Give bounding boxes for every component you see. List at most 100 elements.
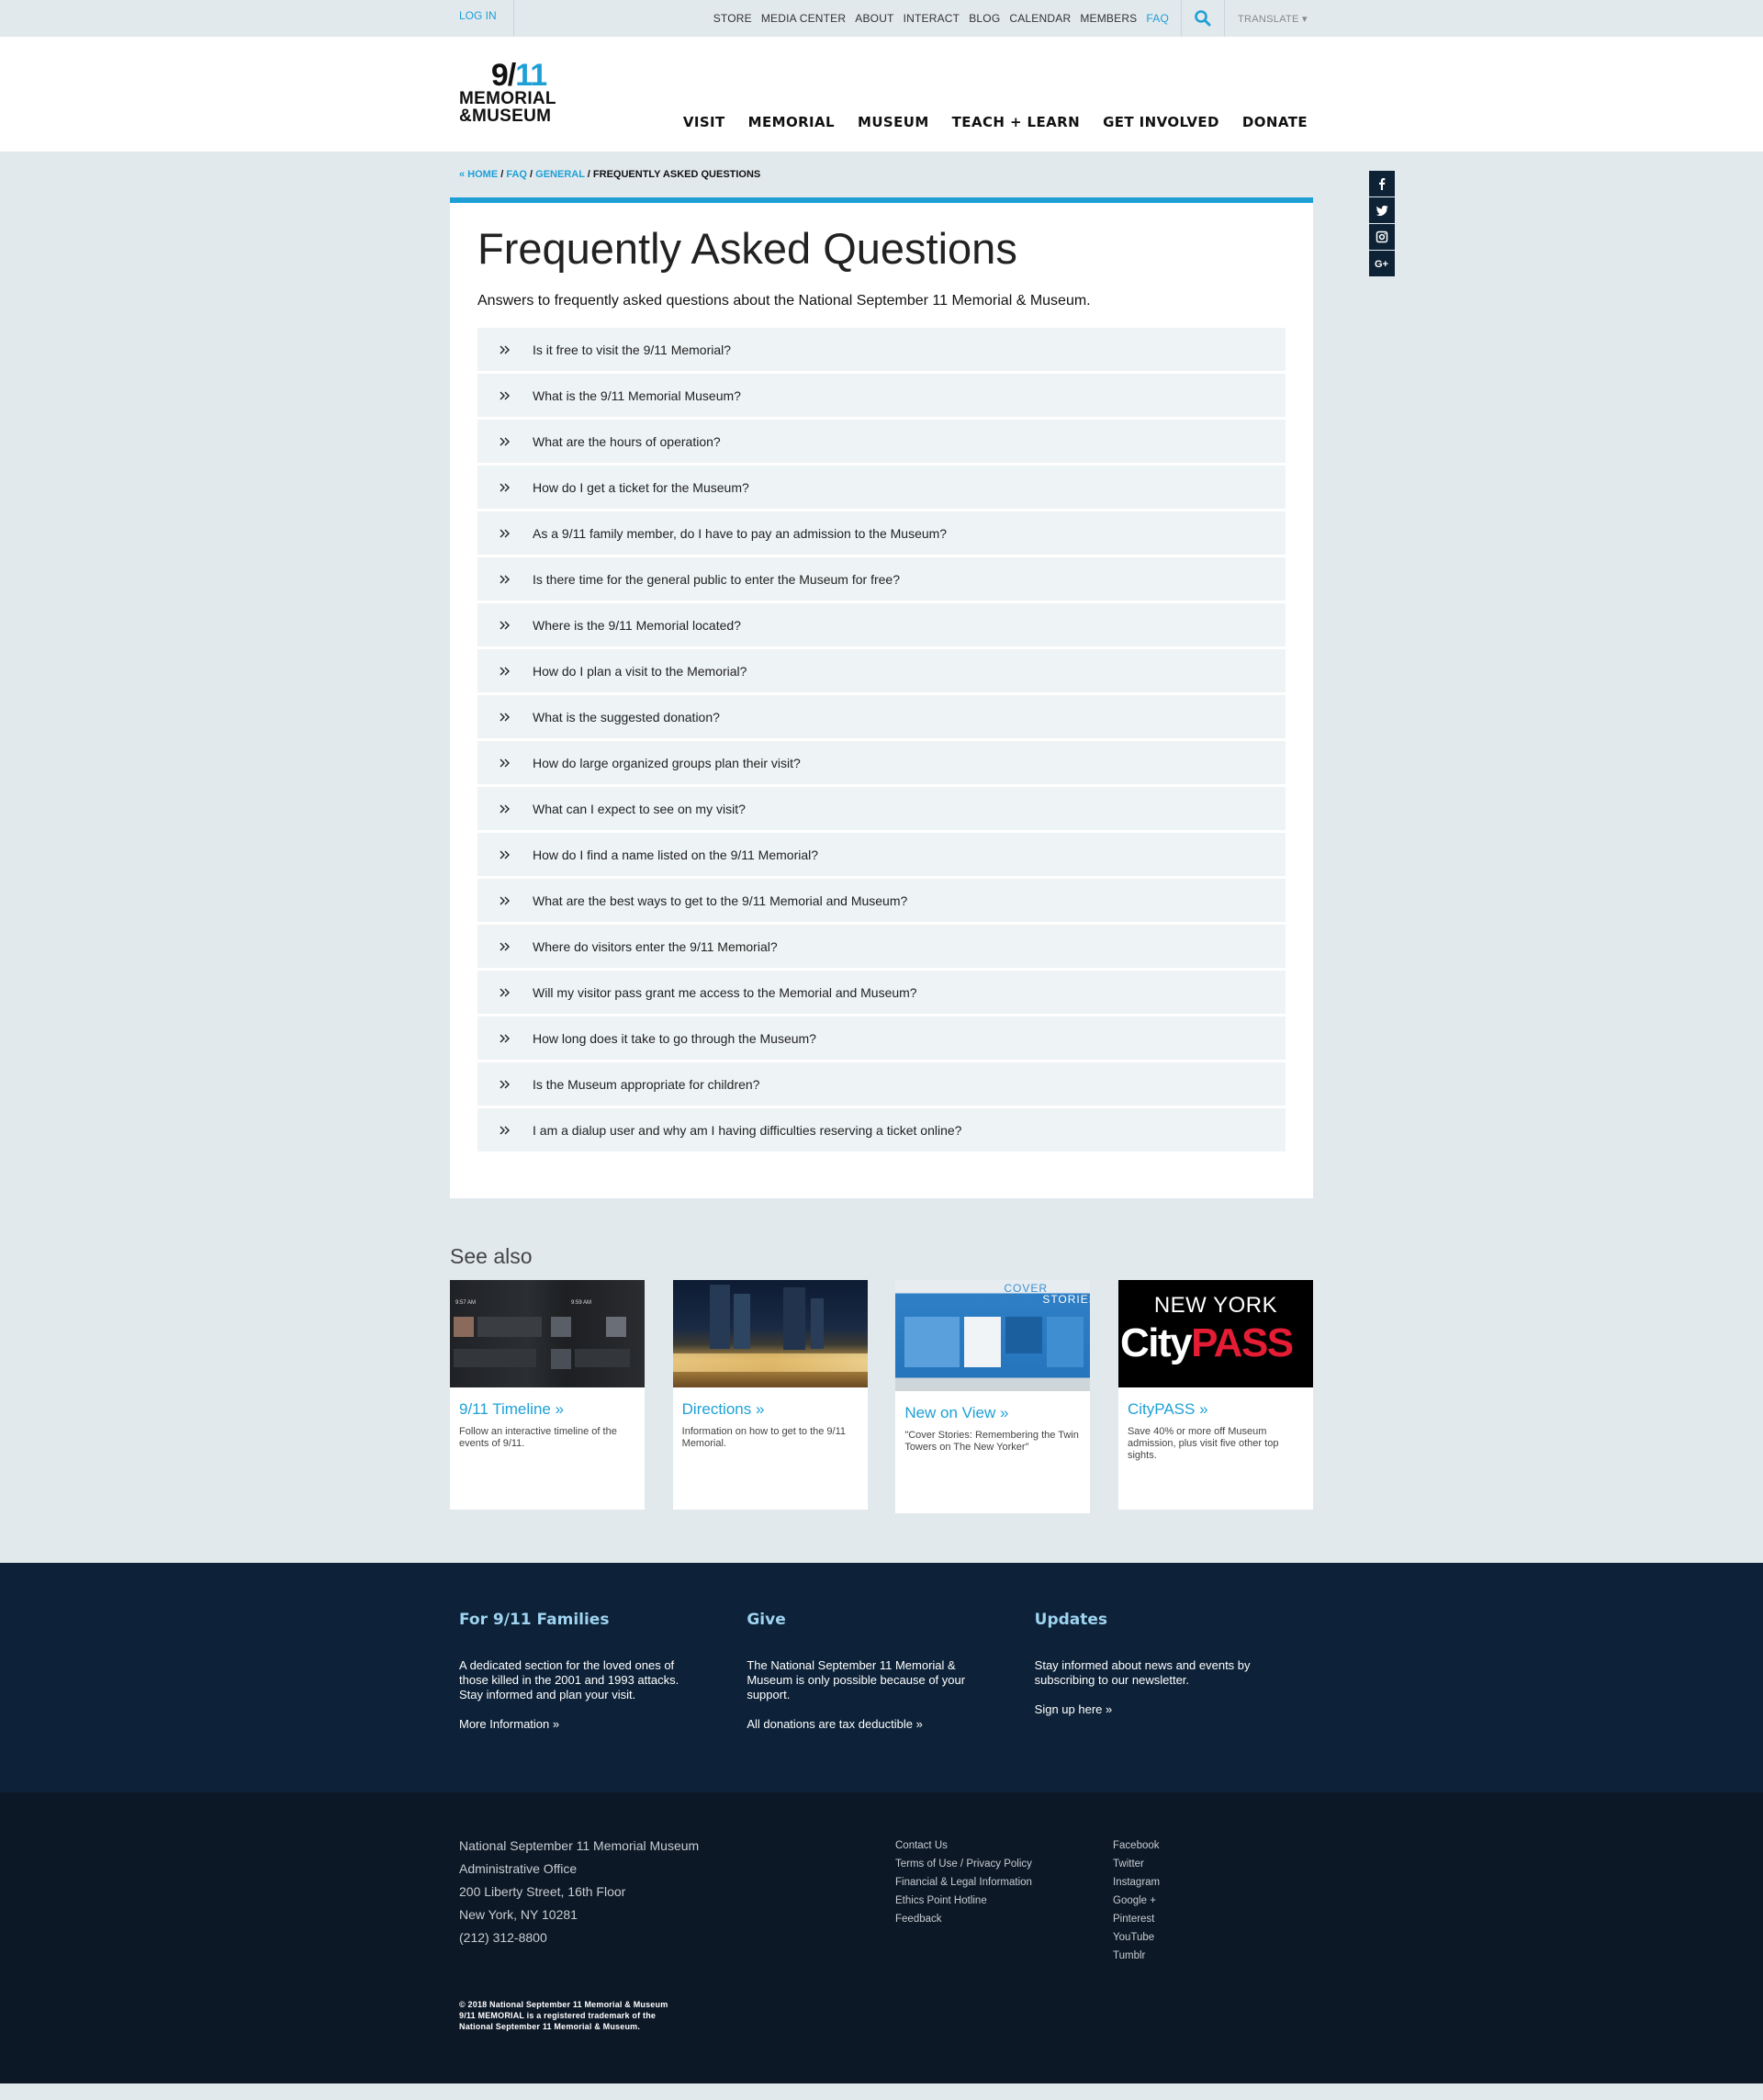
footer-link-feedback[interactable]: Feedback: [895, 1910, 1032, 1928]
double-chevron-right-icon: [477, 437, 533, 446]
updates-signup-link[interactable]: Sign up here »: [1035, 1702, 1113, 1716]
faq-item[interactable]: I am a dialup user and why am I having d…: [477, 1108, 1286, 1151]
utility-link-calendar[interactable]: CALENDAR: [1009, 12, 1071, 25]
faq-item[interactable]: What is the 9/11 Memorial Museum?: [477, 374, 1286, 417]
translate-dropdown[interactable]: TRANSLATE ▾: [1225, 13, 1313, 25]
utility-link-about[interactable]: ABOUT: [855, 12, 893, 25]
footer-social-pinterest[interactable]: Pinterest: [1113, 1910, 1160, 1928]
nav-teach-learn[interactable]: TEACH + LEARN: [952, 114, 1080, 130]
faq-item[interactable]: How do I plan a visit to the Memorial?: [477, 649, 1286, 692]
utility-link-interact[interactable]: INTERACT: [904, 12, 960, 25]
utility-link-store[interactable]: STORE: [713, 12, 752, 25]
faq-question: I am a dialup user and why am I having d…: [533, 1122, 962, 1138]
faq-item[interactable]: What is the suggested donation?: [477, 695, 1286, 738]
breadcrumb-faq[interactable]: FAQ: [506, 169, 527, 180]
nav-get-involved[interactable]: GET INVOLVED: [1103, 114, 1219, 130]
footer-social-google-plus[interactable]: Google +: [1113, 1892, 1160, 1910]
double-chevron-right-icon: [477, 529, 533, 538]
card-timeline-title[interactable]: 9/11 Timeline »: [459, 1400, 635, 1419]
footer-social-youtube[interactable]: YouTube: [1113, 1928, 1160, 1947]
faq-item[interactable]: Is it free to visit the 9/11 Memorial?: [477, 328, 1286, 371]
card-citypass[interactable]: NEW YORK CityPASS CityPASS » Save 40% or…: [1117, 1280, 1313, 1510]
faq-item[interactable]: As a 9/11 family member, do I have to pa…: [477, 511, 1286, 555]
faq-item[interactable]: How do large organized groups plan their…: [477, 741, 1286, 784]
faq-item[interactable]: How long does it take to go through the …: [477, 1016, 1286, 1060]
utility-link-blog[interactable]: BLOG: [969, 12, 1000, 25]
footer-social-facebook[interactable]: Facebook: [1113, 1836, 1160, 1855]
nav-museum[interactable]: MUSEUM: [858, 114, 929, 130]
footer-link-contact[interactable]: Contact Us: [895, 1836, 1032, 1855]
utility-link-faq[interactable]: FAQ: [1146, 12, 1169, 25]
utility-link-members[interactable]: MEMBERS: [1080, 12, 1137, 25]
footer-social-tumblr[interactable]: Tumblr: [1113, 1947, 1160, 1965]
faq-question: What are the best ways to get to the 9/1…: [533, 893, 908, 908]
citypass-thumb-city: City: [1119, 1320, 1193, 1365]
see-also-section: See also 9:57 AM 9:59 AM 9/11 Timeline »…: [450, 1244, 1313, 1513]
footer-social-twitter[interactable]: Twitter: [1113, 1855, 1160, 1873]
logo-line-2: &MUSEUM: [459, 107, 552, 126]
footer-link-ethics[interactable]: Ethics Point Hotline: [895, 1892, 1032, 1910]
page-intro: Answers to frequently asked questions ab…: [477, 293, 1091, 309]
breadcrumb-separator: /: [526, 169, 536, 180]
google-plus-share-button[interactable]: G+: [1369, 251, 1395, 276]
breadcrumb-current: FREQUENTLY ASKED QUESTIONS: [592, 169, 761, 180]
twitter-share-button[interactable]: [1369, 197, 1395, 223]
footer-links: Contact Us Terms of Use / Privacy Policy…: [895, 1836, 1032, 1928]
card-timeline-text: Follow an interactive timeline of the ev…: [459, 1426, 617, 1449]
citypass-thumbnail: NEW YORK CityPASS: [1117, 1280, 1313, 1387]
give-donate-link[interactable]: All donations are tax deductible »: [747, 1717, 923, 1731]
double-chevron-right-icon: [477, 713, 533, 722]
double-chevron-right-icon: [477, 988, 533, 997]
double-chevron-right-icon: [477, 621, 533, 630]
faq-item[interactable]: Where do visitors enter the 9/11 Memoria…: [477, 925, 1286, 968]
login-link[interactable]: LOG IN: [450, 0, 514, 37]
footer-social-links: Facebook Twitter Instagram Google + Pint…: [1113, 1836, 1160, 1965]
page-title: Frequently Asked Questions: [477, 224, 1017, 273]
breadcrumb-general[interactable]: GENERAL: [535, 169, 585, 180]
instagram-share-button[interactable]: [1369, 224, 1395, 250]
nav-donate[interactable]: DONATE: [1242, 114, 1308, 130]
search-button[interactable]: [1181, 0, 1225, 37]
faq-item[interactable]: How do I find a name listed on the 9/11 …: [477, 833, 1286, 876]
faq-question: Is the Museum appropriate for children?: [533, 1076, 760, 1092]
footer-social-instagram[interactable]: Instagram: [1113, 1873, 1160, 1892]
copyright-line: National September 11 Memorial & Museum.: [459, 2022, 641, 2031]
breadcrumb-separator: /: [584, 169, 593, 180]
nav-memorial[interactable]: MEMORIAL: [748, 114, 835, 130]
facebook-share-button[interactable]: [1369, 171, 1395, 197]
card-directions[interactable]: Directions » Information on how to get t…: [672, 1280, 868, 1510]
faq-item[interactable]: What are the hours of operation?: [477, 420, 1286, 463]
double-chevron-right-icon: [477, 345, 533, 354]
utility-links: STORE MEDIA CENTER ABOUT INTERACT BLOG C…: [709, 0, 1313, 37]
directions-thumbnail: [672, 1280, 868, 1387]
card-new-on-view[interactable]: COVER STORIES New on View » "Cover Stori…: [895, 1280, 1091, 1513]
faq-item[interactable]: Is there time for the general public to …: [477, 557, 1286, 601]
footer-link-financial[interactable]: Financial & Legal Information: [895, 1873, 1032, 1892]
address-line: New York, NY 10281: [459, 1907, 578, 1922]
footer-link-terms[interactable]: Terms of Use / Privacy Policy: [895, 1855, 1032, 1873]
families-more-link[interactable]: More Information »: [459, 1717, 559, 1731]
card-timeline[interactable]: 9:57 AM 9:59 AM 9/11 Timeline » Follow a…: [450, 1280, 645, 1510]
card-new-on-view-title[interactable]: New on View »: [904, 1404, 1081, 1422]
card-citypass-title[interactable]: CityPASS »: [1128, 1400, 1304, 1419]
double-chevron-right-icon: [477, 1126, 533, 1135]
faq-question: What can I expect to see on my visit?: [533, 801, 746, 816]
faq-item[interactable]: Will my visitor pass grant me access to …: [477, 971, 1286, 1014]
site-logo[interactable]: 9/11 MEMORIAL &MUSEUM: [459, 60, 569, 126]
copyright-line: © 2018 National September 11 Memorial & …: [459, 2000, 668, 2009]
faq-item[interactable]: Where is the 9/11 Memorial located?: [477, 603, 1286, 646]
breadcrumb-home[interactable]: « HOME: [459, 169, 498, 180]
utility-link-media-center[interactable]: MEDIA CENTER: [761, 12, 846, 25]
faq-question: Is it free to visit the 9/11 Memorial?: [533, 342, 732, 357]
card-directions-title[interactable]: Directions »: [682, 1400, 859, 1419]
nav-visit[interactable]: VISIT: [683, 114, 725, 130]
social-share-bar: G+: [1369, 171, 1395, 277]
faq-question: What is the suggested donation?: [533, 709, 720, 724]
double-chevron-right-icon: [477, 1034, 533, 1043]
faq-item[interactable]: What are the best ways to get to the 9/1…: [477, 879, 1286, 922]
see-also-heading: See also: [450, 1244, 533, 1268]
faq-item[interactable]: Is the Museum appropriate for children?: [477, 1062, 1286, 1106]
faq-item[interactable]: How do I get a ticket for the Museum?: [477, 466, 1286, 509]
main-nav: VISIT MEMORIAL MUSEUM TEACH + LEARN GET …: [660, 114, 1308, 130]
faq-item[interactable]: What can I expect to see on my visit?: [477, 787, 1286, 830]
